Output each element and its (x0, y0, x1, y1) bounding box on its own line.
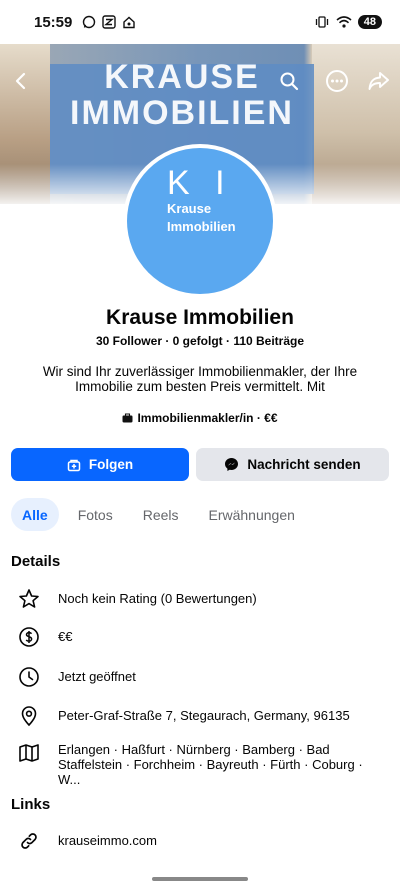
links-heading: Links (11, 796, 51, 813)
wifi-icon (336, 16, 352, 28)
hours-text: Jetzt geöffnet (58, 669, 136, 684)
follow-icon (67, 459, 81, 471)
status-bar: 15:59 48 (0, 0, 400, 44)
service-area-text: Erlangen · Haßfurt · Nürnberg · Bamberg … (58, 742, 363, 787)
tab-alle[interactable]: Alle (11, 498, 59, 531)
price-text: €€ (58, 629, 73, 644)
star-icon (19, 589, 39, 608)
home-indicator[interactable] (152, 877, 248, 881)
avatar-text: Krause Immobilien (167, 200, 236, 236)
follow-button[interactable]: Folgen (11, 448, 189, 481)
send-message-label: Nachricht senden (247, 457, 361, 472)
whatsapp-icon (83, 15, 96, 29)
detail-price: €€ (0, 626, 400, 648)
detail-service-area[interactable]: Erlangen · Haßfurt · Nürnberg · Bamberg … (0, 742, 400, 787)
profile-stats[interactable]: 30 Follower · 0 gefolgt · 110 Beiträge (0, 334, 400, 348)
send-message-button[interactable]: Nachricht senden (196, 448, 389, 481)
content-tabs: Alle Fotos Reels Erwähnungen (11, 498, 314, 531)
link-website[interactable]: krauseimmo.com (0, 830, 400, 852)
tab-fotos[interactable]: Fotos (67, 498, 124, 531)
battery-level: 48 (357, 15, 382, 29)
notification-icons (82, 15, 136, 29)
status-time: 15:59 (34, 13, 73, 31)
detail-address[interactable]: Peter-Graf-Straße 7, Stegaurach, Germany… (0, 705, 400, 727)
detail-hours[interactable]: Jetzt geöffnet (0, 666, 400, 688)
detail-rating[interactable]: Noch kein Rating (0 Bewertungen) (0, 588, 400, 610)
avatar-text-line2: Immobilien (167, 219, 236, 234)
category-label: Immobilienmakler/in · €€ (137, 411, 278, 425)
share-icon (368, 72, 389, 90)
search-icon (280, 72, 299, 91)
avatar-initials: K I (167, 164, 233, 202)
follow-label: Folgen (88, 457, 134, 472)
tab-reels[interactable]: Reels (132, 498, 190, 531)
link-icon (21, 833, 37, 849)
avatar-text-line1: Krause (167, 201, 212, 216)
map-icon (19, 744, 39, 762)
profile-bio[interactable]: Wir sind Ihr zuverlässiger Immobilienmak… (20, 364, 380, 394)
search-button[interactable] (274, 66, 304, 96)
share-button[interactable] (364, 66, 394, 96)
cover-title-line2: IMMOBILIEN (70, 94, 294, 132)
messenger-icon (225, 458, 239, 471)
back-button[interactable] (6, 66, 36, 96)
address-text: Peter-Graf-Straße 7, Stegaurach, Germany… (58, 708, 350, 723)
clock-icon (19, 667, 39, 687)
more-options-button[interactable] (322, 66, 352, 96)
home-app-icon (123, 16, 136, 29)
briefcase-icon (122, 413, 133, 423)
tab-erwaehnungen[interactable]: Erwähnungen (198, 498, 306, 531)
profile-avatar[interactable]: K I Krause Immobilien (123, 144, 277, 298)
vibrate-icon (315, 16, 328, 28)
more-horizontal-icon (326, 70, 348, 92)
page-name: Krause Immobilien (106, 306, 294, 329)
location-pin-icon (21, 706, 37, 727)
chevron-left-icon (15, 72, 26, 90)
profile-category: Immobilienmakler/in · €€ (0, 411, 400, 425)
website-text: krauseimmo.com (58, 833, 157, 848)
details-heading: Details (11, 553, 61, 570)
dollar-icon (19, 627, 39, 647)
rating-text: Noch kein Rating (0 Bewertungen) (58, 591, 257, 606)
app-z-icon (102, 15, 117, 29)
